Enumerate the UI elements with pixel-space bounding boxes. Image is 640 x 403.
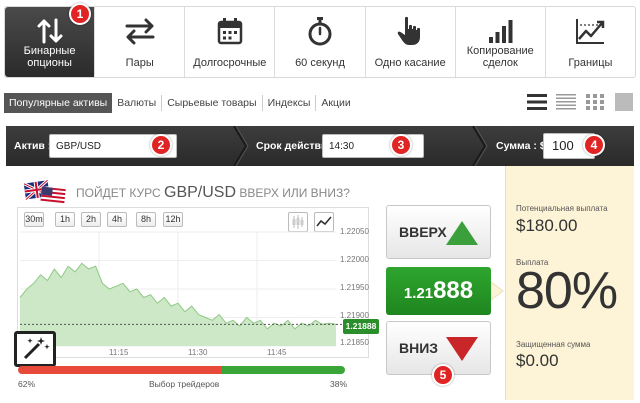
chart-plot-area — [19, 231, 344, 347]
callout-badge-3: 3 — [390, 134, 412, 156]
arrow-down-icon — [446, 337, 478, 361]
hand-pointer-icon — [392, 15, 428, 47]
price-small: 1.21 — [403, 285, 434, 302]
compact-list-view-icon[interactable] — [556, 92, 576, 112]
nav-long-term[interactable]: Долгосрочные — [185, 7, 276, 77]
potential-payout-label: Потенциальная выплата — [516, 204, 608, 213]
nav-one-touch[interactable]: Одно касание — [366, 7, 456, 77]
nav-label: Границы — [568, 57, 613, 69]
nav-label: Копирование сделок — [466, 45, 534, 69]
y-tick: 1.22000 — [340, 255, 369, 264]
sentiment-right-pct: 38% — [330, 379, 348, 389]
current-price-tag: 1.21888 — [343, 319, 379, 334]
calendar-icon — [212, 15, 248, 47]
single-view-icon[interactable] — [614, 92, 634, 112]
gbp-usd-flags-icon — [24, 180, 66, 206]
stopwatch-icon — [302, 15, 338, 47]
callout-badge-5: 5 — [432, 364, 454, 386]
magic-wand-icon[interactable] — [14, 331, 56, 367]
sentiment-left-pct: 62% — [18, 379, 36, 389]
nav-pairs[interactable]: Пары — [95, 7, 186, 77]
sentiment-up-fill — [220, 366, 345, 374]
signal-bars-icon — [482, 15, 518, 47]
up-button-label: ВВЕРХ — [399, 224, 447, 240]
asset-label: Актив : — [14, 140, 52, 152]
option-type-nav: Бинарные опционы Пары Долгосрочные 60 се… — [4, 6, 636, 78]
arrows-up-down-icon — [32, 15, 68, 47]
amount-label: Сумма : $ — [496, 140, 546, 152]
current-price-box: 1.21 888 — [386, 267, 491, 315]
arrows-left-right-icon — [122, 15, 158, 47]
sentiment-down-fill — [18, 366, 221, 374]
asset-category-tabs: Популярные активы Валюты Сырьевые товары… — [4, 92, 636, 114]
nav-label: Одно касание — [374, 57, 446, 69]
protected-amount-value: $0.00 — [516, 351, 559, 370]
y-tick: 1.21950 — [340, 283, 369, 292]
trading-app: Бинарные опционы Пары Долгосрочные 60 се… — [0, 0, 640, 403]
protected-amount-label: Защищенная сумма — [516, 340, 591, 349]
callout-badge-4: 4 — [583, 134, 605, 156]
question-suffix: ВВЕРХ ИЛИ ВНИЗ? — [239, 186, 350, 200]
nav-copy-trades[interactable]: Копирование сделок — [456, 7, 546, 77]
tab-currencies[interactable]: Валюты — [112, 95, 163, 111]
grid-view-icon[interactable] — [585, 92, 605, 112]
nav-label: Долгосрочные — [193, 57, 267, 69]
price-big: 888 — [433, 277, 474, 304]
nav-label: Бинарные опционы — [23, 45, 76, 69]
callout-badge-2: 2 — [150, 134, 172, 156]
callout-badge-1: 1 — [69, 3, 91, 25]
y-tick: 1.22050 — [340, 227, 369, 236]
x-tick: 11:45 — [267, 348, 287, 357]
arrow-up-icon — [446, 221, 478, 245]
tab-popular-assets[interactable]: Популярные активы — [4, 93, 113, 113]
payout-percent: 80% — [516, 262, 618, 320]
trade-form-bar: Актив : GBP/USD Срок действия : 14:30 Су… — [6, 126, 634, 166]
up-button[interactable]: ВВЕРХ — [386, 205, 491, 259]
list-view-icon[interactable] — [527, 92, 547, 112]
potential-payout-value: $180.00 — [516, 216, 578, 235]
direction-question: ПОЙДЕТ КУРС GBP/USD ВВЕРХ ИЛИ ВНИЗ? — [24, 180, 350, 206]
payout-panel: Потенциальная выплата $180.00 Выплата 80… — [505, 166, 634, 400]
tab-commodities[interactable]: Сырьевые товары — [162, 95, 263, 111]
nav-boundary[interactable]: Границы — [546, 7, 635, 77]
nav-label: 60 секунд — [295, 57, 345, 69]
sentiment-label: Выбор трейдеров — [149, 379, 220, 389]
trader-sentiment-bar — [18, 366, 345, 374]
nav-60-seconds[interactable]: 60 секунд — [275, 7, 366, 77]
question-pair: GBP/USD — [164, 184, 237, 201]
x-tick: 11:15 — [109, 348, 129, 357]
view-mode-switcher — [527, 92, 634, 112]
question-prefix: ПОЙДЕТ КУРС — [76, 186, 161, 200]
x-tick: 11:30 — [188, 348, 208, 357]
price-pointer — [491, 282, 504, 300]
tab-indices[interactable]: Индексы — [263, 95, 317, 111]
tab-stocks[interactable]: Акции — [316, 95, 355, 111]
nav-label: Пары — [125, 57, 154, 69]
down-button-label: ВНИЗ — [399, 340, 439, 356]
chart-line-icon — [572, 15, 608, 47]
price-chart: 30m 1h 2h 4h 8h 12h 1.22050 1.22000 1.21… — [17, 207, 369, 358]
y-tick: 1.21850 — [340, 338, 369, 347]
